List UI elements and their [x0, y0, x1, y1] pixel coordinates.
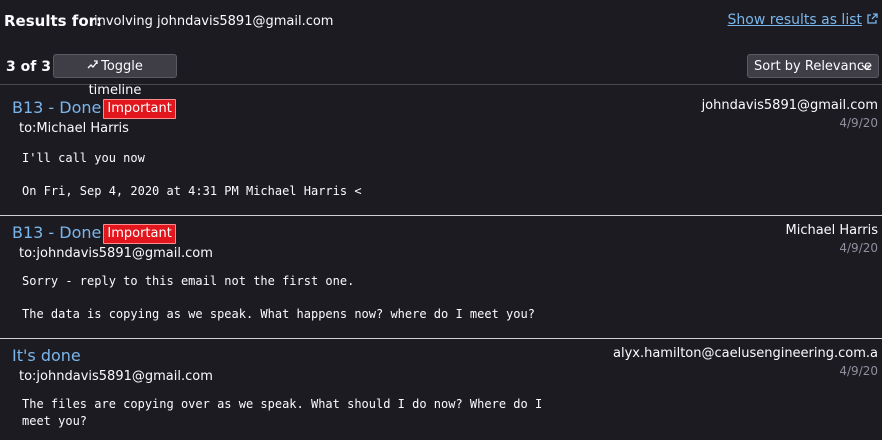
results-header: Results for: involving johndavis5891@gma… [0, 0, 882, 44]
show-results-as-list-link[interactable]: Show results as list [728, 12, 878, 28]
message-sender: johndavis5891@gmail.com [701, 98, 878, 113]
show-list-label[interactable]: Show results as list [728, 12, 862, 28]
trend-arrow-icon [87, 55, 98, 79]
important-badge: Important [103, 224, 176, 244]
open-in-new-icon [866, 12, 878, 28]
message-result[interactable]: It's done to:johndavis5891@gmail.com aly… [0, 340, 882, 440]
sort-by-select[interactable]: Sort by Relevance [747, 54, 879, 78]
search-query: involving johndavis5891@gmail.com [94, 14, 334, 29]
subject-text[interactable]: B13 - Done [12, 98, 101, 117]
toggle-timeline-button[interactable]: Toggle timeline [53, 54, 177, 98]
results-label: Results for: [4, 12, 103, 30]
message-body-line: The data is copying as we speak. What ha… [22, 307, 535, 321]
message-subject[interactable]: It's done [12, 346, 81, 365]
message-body-line: I'll call you now [22, 151, 145, 165]
subject-text[interactable]: It's done [12, 346, 81, 365]
message-recipient: to:johndavis5891@gmail.com [19, 369, 213, 384]
message-subject[interactable]: B13 - Done Important [12, 223, 176, 244]
message-sender: alyx.hamilton@caelusengineering.com.a [613, 346, 878, 361]
results-count: 3 of 3 [6, 59, 51, 75]
message-sender: Michael Harris [785, 223, 878, 238]
message-result[interactable]: B13 - Done Important to:johndavis5891@gma… [0, 217, 882, 339]
message-date: 4/9/20 [839, 364, 878, 378]
message-body-line: The files are copying over as we speak. … [22, 397, 543, 411]
message-body-line: meet you? [22, 414, 88, 428]
results-toolbar: 3 of 3 Toggle timeline Sort by Relevance [0, 50, 882, 98]
message-result[interactable]: B13 - Done Important to:Michael Harris jo… [0, 92, 882, 216]
message-body-line: On Fri, Sep 4, 2020 at 4:31 PM Michael H… [22, 184, 362, 198]
message-recipient: to:Michael Harris [19, 121, 129, 136]
message-date: 4/9/20 [839, 241, 878, 255]
message-recipient: to:johndavis5891@gmail.com [19, 246, 213, 261]
message-subject[interactable]: B13 - Done Important [12, 98, 176, 119]
chevron-down-icon [861, 55, 872, 88]
subject-text[interactable]: B13 - Done [12, 223, 101, 242]
sort-label: Sort by Relevance [754, 59, 872, 74]
important-badge: Important [103, 99, 176, 119]
message-body-line: Sorry - reply to this email not the firs… [22, 274, 355, 288]
message-date: 4/9/20 [839, 116, 878, 130]
